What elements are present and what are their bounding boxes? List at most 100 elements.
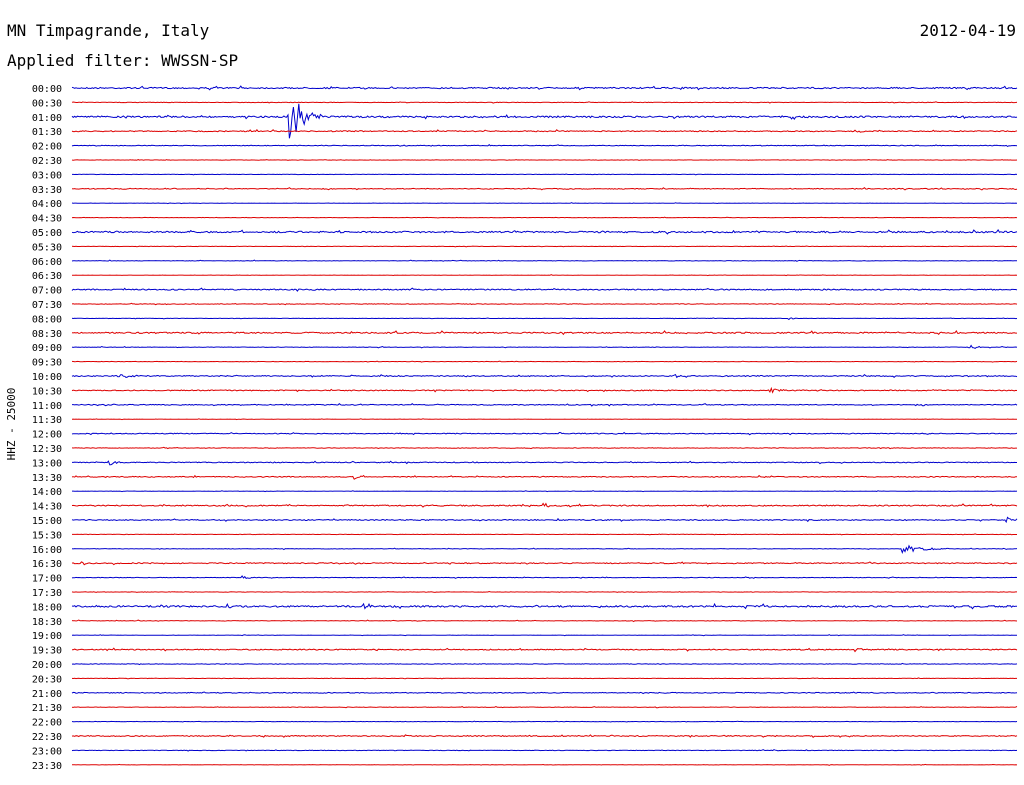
filter-label: Applied filter: WWSSN-SP: [7, 51, 238, 70]
time-tick-label: 19:30: [32, 646, 62, 657]
time-tick-label: 15:00: [32, 516, 62, 527]
helicorder-svg: MN Timpagrande, Italy 2012-04-19 Applied…: [5, 21, 1018, 772]
trace-line: [71, 317, 1018, 321]
time-tick-label: 20:00: [32, 660, 62, 671]
time-tick-label: 23:30: [32, 761, 62, 772]
time-tick-label: 17:30: [32, 588, 62, 599]
y-axis-label: HHZ - 25000: [5, 388, 18, 461]
trace-line: [72, 460, 1017, 466]
trace-line: [71, 706, 1018, 709]
time-tick-label: 01:30: [32, 127, 62, 138]
trace-line: [71, 287, 1018, 292]
station-title: MN Timpagrande, Italy: [7, 21, 210, 40]
time-tick-label: 00:30: [32, 98, 62, 109]
trace-rows: 00:00 00:30 01:00 01:30 02:00 02:30 03:00 03:30…: [32, 84, 1018, 772]
time-tick-label: 07:30: [32, 300, 62, 311]
time-tick-label: 19:00: [32, 631, 62, 642]
time-tick-label: 06:30: [32, 271, 62, 282]
time-tick-label: 17:00: [32, 574, 62, 585]
trace-line: [71, 144, 1018, 147]
time-tick-label: 18:00: [32, 602, 62, 613]
time-tick-label: 02:30: [32, 156, 62, 167]
trace-line: [71, 516, 1018, 524]
time-tick-label: 12:00: [32, 430, 62, 441]
trace-line: [71, 158, 1018, 161]
trace-line: [71, 373, 1018, 379]
trace-line: [71, 691, 1018, 695]
time-tick-label: 21:30: [32, 703, 62, 714]
time-tick-label: 23:00: [32, 746, 62, 757]
trace-line: [71, 602, 1018, 610]
trace-line: [71, 386, 1018, 394]
time-tick-label: 22:00: [32, 718, 62, 729]
trace-line: [72, 490, 1018, 493]
time-tick-label: 09:00: [32, 343, 62, 354]
time-tick-label: 12:30: [32, 444, 62, 455]
trace-line: [71, 763, 1018, 766]
trace-line: [71, 677, 1017, 680]
time-tick-label: 03:30: [32, 185, 62, 196]
trace-line: [71, 749, 1018, 752]
time-tick-label: 13:30: [32, 473, 62, 484]
time-tick-label: 13:00: [32, 458, 62, 469]
time-tick-label: 14:30: [32, 502, 62, 513]
time-tick-label: 15:30: [32, 530, 62, 541]
time-tick-label: 08:00: [32, 314, 62, 325]
time-tick-label: 22:30: [32, 732, 62, 743]
trace-line: [71, 228, 1018, 235]
time-tick-label: 21:00: [32, 689, 62, 700]
time-tick-label: 03:00: [32, 170, 62, 181]
trace-line: [71, 302, 1018, 306]
trace-line: [72, 647, 1018, 653]
time-tick-label: 07:00: [32, 286, 62, 297]
trace-line: [71, 101, 1018, 104]
trace-line: [71, 344, 1018, 349]
time-tick-label: 10:30: [32, 386, 62, 397]
time-tick-label: 02:00: [32, 142, 62, 153]
trace-line: [71, 561, 1018, 566]
time-tick-label: 06:00: [32, 257, 62, 268]
trace-line: [71, 575, 1018, 579]
trace-line: [72, 173, 1018, 176]
trace-line: [71, 590, 1017, 593]
trace-line: [71, 216, 1018, 219]
time-tick-label: 14:00: [32, 487, 62, 498]
trace-line: [71, 418, 1018, 421]
trace-line: [71, 129, 1018, 133]
time-tick-label: 05:30: [32, 242, 62, 253]
trace-line: [71, 274, 1018, 277]
trace-line: [71, 662, 1018, 666]
trace-line: [71, 634, 1017, 637]
trace-line: [71, 329, 1017, 336]
trace-line: [71, 720, 1018, 723]
time-tick-label: 05:00: [32, 228, 62, 239]
trace-line: [71, 103, 1018, 139]
time-tick-label: 04:30: [32, 214, 62, 225]
trace-line: [71, 619, 1018, 623]
time-tick-label: 16:30: [32, 559, 62, 570]
trace-line: [71, 360, 1018, 363]
time-tick-label: 18:30: [32, 617, 62, 628]
trace-line: [71, 544, 1018, 555]
time-tick-label: 10:00: [32, 372, 62, 383]
time-tick-label: 09:30: [32, 358, 62, 369]
trace-line: [71, 474, 1017, 480]
trace-line: [71, 502, 1018, 508]
time-tick-label: 20:30: [32, 674, 62, 685]
trace-line: [72, 403, 1018, 407]
trace-line: [72, 533, 1017, 536]
date-label: 2012-04-19: [920, 21, 1016, 40]
time-tick-label: 01:00: [32, 113, 62, 124]
time-tick-label: 08:30: [32, 329, 62, 340]
time-tick-label: 00:00: [32, 84, 62, 95]
trace-line: [71, 734, 1018, 738]
trace-line: [71, 431, 1018, 436]
trace-line: [71, 446, 1017, 450]
trace-line: [71, 259, 1018, 262]
trace-line: [71, 202, 1018, 205]
time-tick-label: 11:00: [32, 401, 62, 412]
time-tick-label: 16:00: [32, 545, 62, 556]
trace-line: [71, 187, 1018, 191]
time-tick-label: 11:30: [32, 415, 62, 426]
helicorder-plot: MN Timpagrande, Italy 2012-04-19 Applied…: [0, 0, 1024, 780]
